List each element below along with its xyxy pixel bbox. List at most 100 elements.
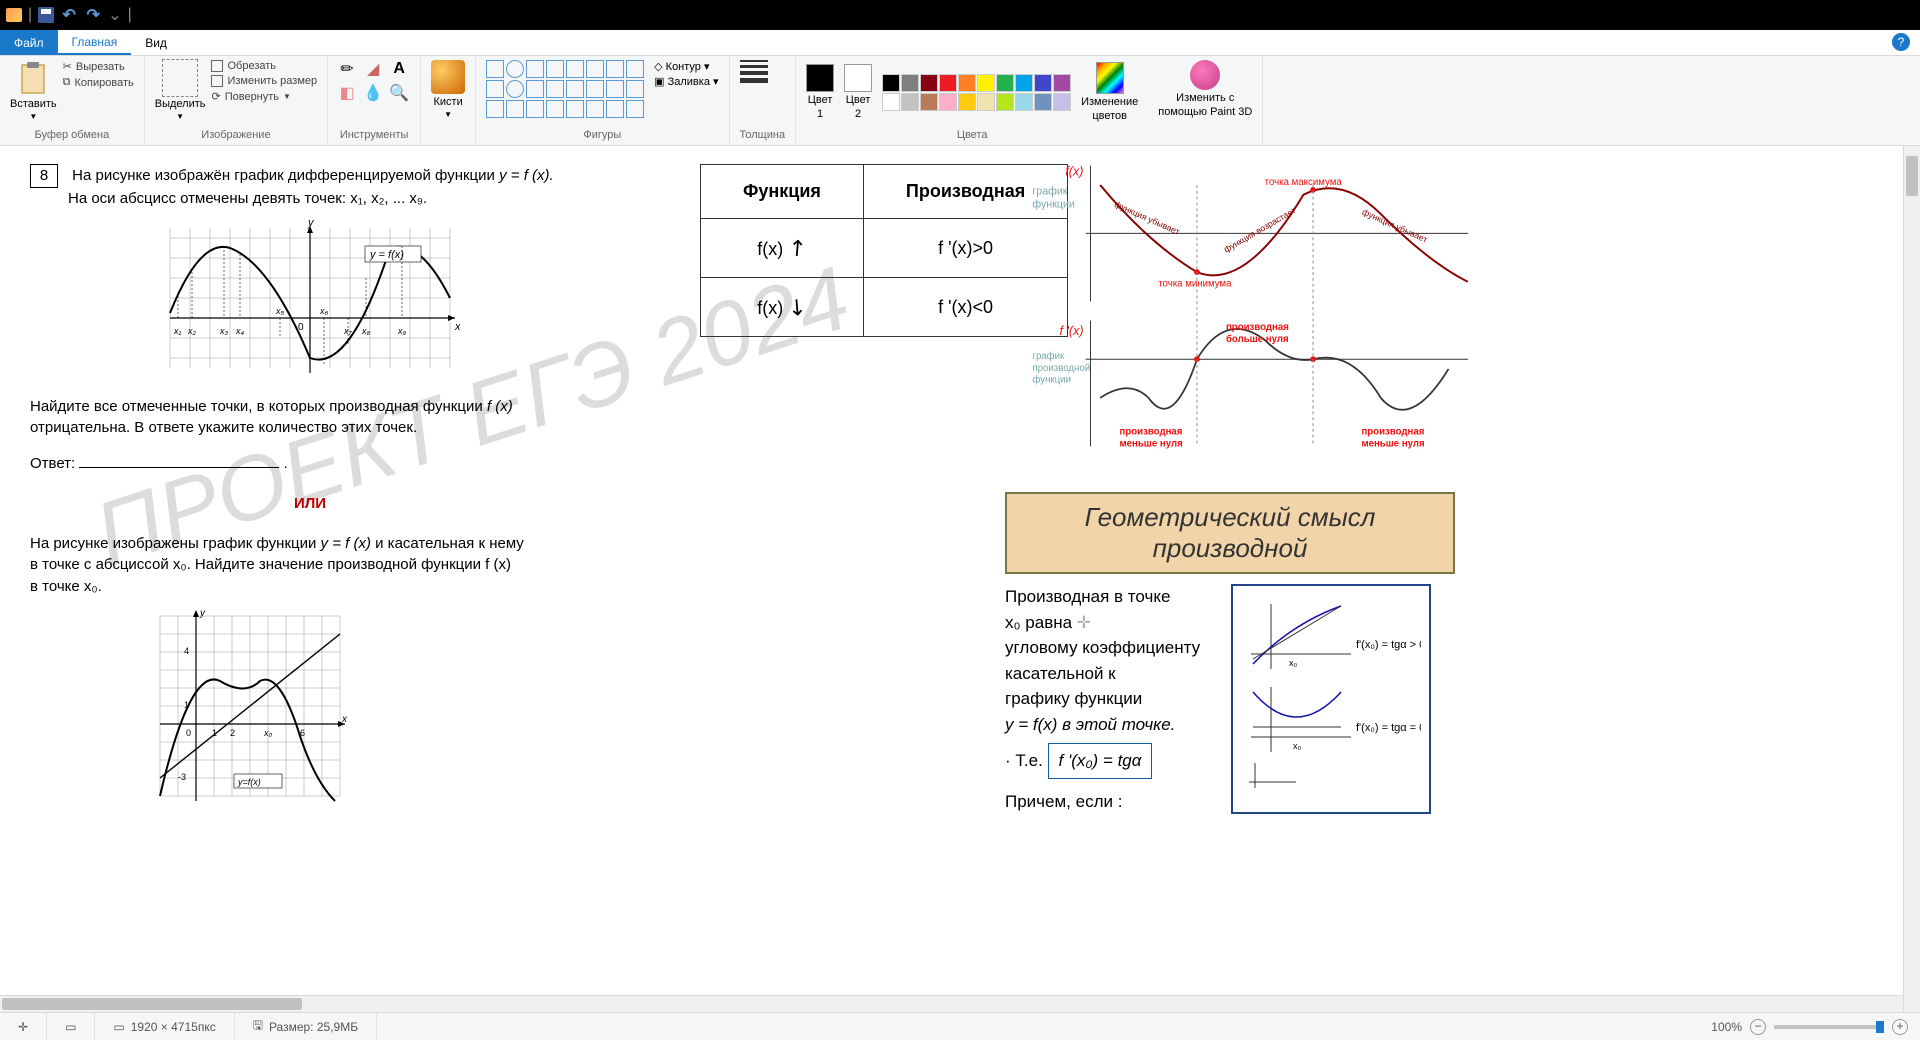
svg-text:точка максимума: точка максимума [1265, 177, 1343, 188]
undo-icon[interactable]: ↶ [60, 6, 78, 24]
svg-text:меньше нуля: меньше нуля [1361, 438, 1424, 449]
tab-view[interactable]: Вид [131, 30, 181, 55]
rotate-button[interactable]: ⟳Повернуть ▼ [211, 90, 317, 103]
group-shapes: ◇ Контур ▾ ▣ Заливка ▾ Фигуры [476, 56, 729, 145]
app-icon [6, 8, 22, 22]
palette-color[interactable] [939, 93, 957, 111]
palette-color[interactable] [939, 74, 957, 92]
zoom-in-button[interactable]: + [1892, 1019, 1908, 1035]
svg-text:x₀: x₀ [1293, 741, 1302, 751]
group-label: Цвета [806, 125, 1138, 143]
eraser-tool[interactable]: ◧ [338, 84, 356, 102]
palette-color[interactable] [1015, 74, 1033, 92]
geom-title: Геометрический смысл производной [1005, 492, 1455, 574]
cut-button[interactable]: ✂Вырезать [63, 60, 134, 73]
redo-icon[interactable]: ↷ [84, 6, 102, 24]
palette-color[interactable] [901, 93, 919, 111]
palette-color[interactable] [901, 74, 919, 92]
copy-icon: ⧉ [63, 76, 71, 89]
paste-button[interactable]: Вставить ▼ [10, 60, 57, 121]
thickness-icon [740, 60, 768, 83]
group-paint3d: Изменить с помощью Paint 3D [1148, 56, 1263, 145]
resize-button[interactable]: Изменить размер [211, 75, 317, 87]
color2-swatch [844, 64, 872, 92]
help-icon[interactable]: ? [1892, 33, 1910, 51]
svg-text:функции: функции [1032, 374, 1071, 385]
select-button[interactable]: Выделить ▼ [155, 60, 206, 121]
zoom-slider[interactable] [1774, 1025, 1884, 1029]
palette-color[interactable] [1053, 93, 1071, 111]
palette-color[interactable] [920, 93, 938, 111]
thickness-button[interactable] [740, 60, 768, 83]
color2-button[interactable]: Цвет 2 [844, 64, 872, 120]
palette-color[interactable] [882, 93, 900, 111]
edit-colors-button[interactable]: Изменение цветов [1081, 62, 1138, 122]
group-label: Фигуры [486, 125, 718, 143]
save-icon[interactable] [38, 7, 54, 23]
svg-text:функция возрастает: функция возрастает [1222, 205, 1298, 254]
outline-button[interactable]: ◇ Контур ▾ [654, 60, 718, 73]
palette-color[interactable] [958, 93, 976, 111]
palette-color[interactable] [958, 74, 976, 92]
palette-color[interactable] [996, 93, 1014, 111]
palette-color[interactable] [1053, 74, 1071, 92]
group-label: Инструменты [338, 125, 410, 143]
problem-block: 8 На рисунке изображён график дифференци… [30, 164, 590, 806]
group-colors: Цвет 1 Цвет 2 Изменение цветов Цвета [796, 56, 1148, 145]
rainbow-icon [1096, 62, 1124, 94]
resize-icon [211, 75, 223, 87]
svg-text:производной: производной [1032, 363, 1090, 374]
svg-text:f'(x₀) = tgα > 0: f'(x₀) = tgα > 0 [1356, 639, 1421, 651]
canvas-area[interactable]: ПРОЕКТ ЕГЭ 2024 8 На рисунке изображён г… [0, 146, 1920, 1012]
crop-button[interactable]: Обрезать [211, 60, 317, 72]
svg-text:y: y [307, 218, 315, 229]
svg-text:y = f(x): y = f(x) [369, 249, 404, 261]
scissors-icon: ✂ [63, 60, 72, 73]
palette-color[interactable] [920, 74, 938, 92]
outline-icon: ◇ [654, 61, 662, 73]
vertical-scrollbar[interactable] [1903, 146, 1920, 1012]
palette-color[interactable] [1034, 93, 1052, 111]
color-palette[interactable] [882, 74, 1071, 111]
svg-text:1: 1 [184, 700, 189, 710]
color1-button[interactable]: Цвет 1 [806, 64, 834, 120]
tab-file[interactable]: Файл [0, 30, 58, 55]
tab-home[interactable]: Главная [58, 30, 132, 55]
svg-text:функции: функции [1032, 198, 1074, 210]
pencil-tool[interactable]: ✏ [338, 60, 356, 78]
svg-text:x₈: x₈ [361, 326, 371, 336]
tangent-examples: x₀f'(x₀) = tgα > 0 x₀f'(x₀) = tgα = 0 [1231, 584, 1431, 814]
scrollbar-thumb[interactable] [2, 998, 302, 1010]
separator: | [28, 6, 32, 24]
fill-button[interactable]: ▣ Заливка ▾ [654, 75, 718, 88]
zoom-tool[interactable]: 🔍 [390, 84, 408, 102]
fill-icon: ▣ [654, 76, 664, 88]
palette-color[interactable] [977, 74, 995, 92]
canvas-dimensions: 1920 × 4715пкс [131, 1020, 216, 1034]
palette-color[interactable] [1015, 93, 1033, 111]
palette-color[interactable] [977, 93, 995, 111]
palette-color[interactable] [882, 74, 900, 92]
svg-text:4: 4 [184, 646, 189, 656]
cursor-pos-icon: ✛ [18, 1020, 28, 1034]
paint3d-button[interactable]: Изменить с помощью Paint 3D [1158, 60, 1252, 118]
palette-color[interactable] [996, 74, 1014, 92]
palette-color[interactable] [1034, 74, 1052, 92]
copy-button[interactable]: ⧉Копировать [63, 76, 134, 89]
text-tool[interactable]: A [390, 60, 408, 78]
svg-text:0: 0 [186, 728, 191, 738]
svg-text:6: 6 [300, 728, 305, 738]
filesize-icon: 🖫 [253, 1016, 263, 1037]
horizontal-scrollbar[interactable] [0, 995, 1903, 1012]
cursor-cross-icon: ✛ [1077, 613, 1091, 632]
shapes-gallery[interactable] [486, 60, 644, 118]
zoom-out-button[interactable]: − [1750, 1019, 1766, 1035]
scrollbar-thumb[interactable] [1906, 156, 1918, 196]
titlebar: | ↶ ↷ ⌄ | [0, 0, 1920, 30]
paint3d-icon [1190, 60, 1220, 90]
picker-tool[interactable]: 💧 [364, 84, 382, 102]
qat-dropdown[interactable]: ⌄ [108, 5, 121, 25]
svg-text:x: x [341, 714, 348, 725]
fill-tool[interactable]: ◢ [364, 60, 382, 78]
brushes-button[interactable]: Кисти ▼ [431, 60, 465, 119]
